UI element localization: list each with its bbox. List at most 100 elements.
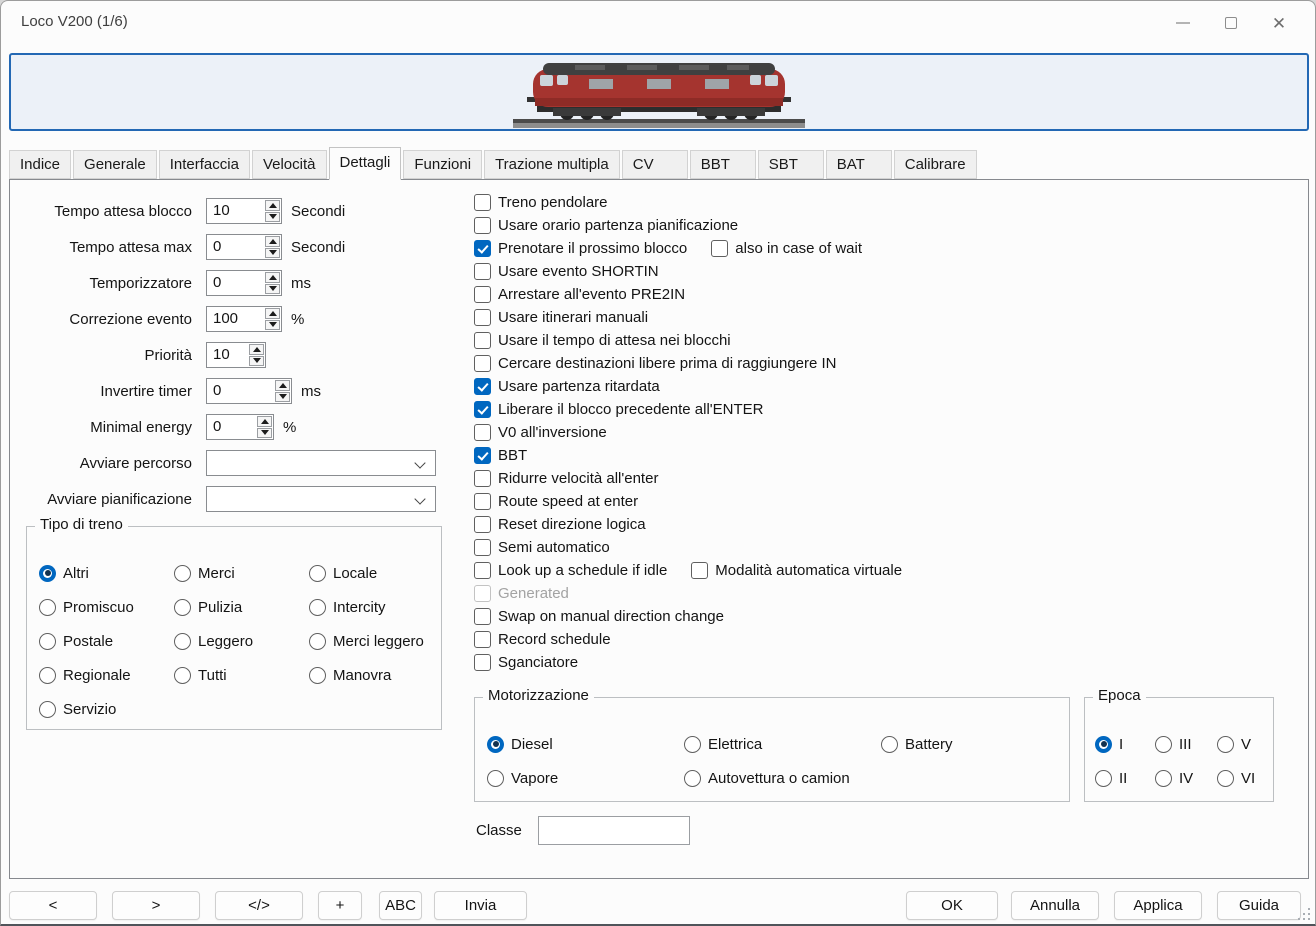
spin-down-button[interactable] xyxy=(265,248,280,259)
spinner-invertire-timer[interactable]: 0 xyxy=(206,378,292,404)
spin-up-button[interactable] xyxy=(275,380,290,391)
radio-leggero[interactable]: Leggero xyxy=(174,631,253,651)
checkbox-arrestare-all-evento-pre2in[interactable]: Arrestare all'evento PRE2IN xyxy=(474,284,685,304)
tab-trazione-multipla[interactable]: Trazione multipla xyxy=(484,150,620,179)
spinner-value[interactable]: 0 xyxy=(207,379,274,403)
maximize-button[interactable] xyxy=(1207,1,1255,45)
radio-promiscuo[interactable]: Promiscuo xyxy=(39,597,134,617)
invia-button[interactable]: Invia xyxy=(434,891,527,920)
radio-merci-leggero[interactable]: Merci leggero xyxy=(309,631,424,651)
spinner-value[interactable]: 100 xyxy=(207,307,264,331)
checkbox-also-in-case-of-wait[interactable]: also in case of wait xyxy=(711,240,862,257)
checkbox-usare-evento-shortin[interactable]: Usare evento SHORTIN xyxy=(474,261,659,281)
spin-down-button[interactable] xyxy=(257,428,272,439)
radio-pulizia[interactable]: Pulizia xyxy=(174,597,242,617)
radio-autovettura-o-camion[interactable]: Autovettura o camion xyxy=(684,768,850,788)
checkbox-sganciatore[interactable]: Sganciatore xyxy=(474,652,578,672)
annulla-button[interactable]: Annulla xyxy=(1011,891,1099,920)
checkbox-look-up-a-schedule-if-idle[interactable]: Look up a schedule if idleModalità autom… xyxy=(474,560,902,580)
prev-button[interactable]: < xyxy=(9,891,97,920)
checkbox-route-speed-at-enter[interactable]: Route speed at enter xyxy=(474,491,638,511)
checkbox-reset-direzione-logica[interactable]: Reset direzione logica xyxy=(474,514,646,534)
checkbox-bbt[interactable]: BBT xyxy=(474,445,527,465)
checkbox-usare-partenza-ritardata[interactable]: Usare partenza ritardata xyxy=(474,376,660,396)
radio-regionale[interactable]: Regionale xyxy=(39,665,131,685)
spin-up-button[interactable] xyxy=(265,200,280,211)
radio-postale[interactable]: Postale xyxy=(39,631,113,651)
checkbox-usare-orario-partenza-pianificazione[interactable]: Usare orario partenza pianificazione xyxy=(474,215,738,235)
xml-button[interactable]: </> xyxy=(215,891,303,920)
radio-intercity[interactable]: Intercity xyxy=(309,597,386,617)
radio-battery[interactable]: Battery xyxy=(881,734,953,754)
tab-indice[interactable]: Indice xyxy=(9,150,71,179)
spin-up-button[interactable] xyxy=(265,272,280,283)
applica-button[interactable]: Applica xyxy=(1114,891,1202,920)
tab-cv[interactable]: CV xyxy=(622,150,688,179)
avviare-percorso-combobox[interactable] xyxy=(206,450,436,476)
resize-grip-icon[interactable] xyxy=(1296,906,1310,920)
minimize-button[interactable] xyxy=(1159,1,1207,45)
radio-vapore[interactable]: Vapore xyxy=(487,768,558,788)
abc-button[interactable]: ABC xyxy=(379,891,422,920)
spinner-value[interactable]: 10 xyxy=(207,199,264,223)
checkbox-modalit-automatica-virtuale[interactable]: Modalità automatica virtuale xyxy=(691,562,902,579)
checkbox-prenotare-il-prossimo-blocco[interactable]: Prenotare il prossimo bloccoalso in case… xyxy=(474,238,862,258)
add-button[interactable]: + xyxy=(318,891,362,920)
radio-locale[interactable]: Locale xyxy=(309,563,377,583)
radio-tutti[interactable]: Tutti xyxy=(174,665,227,685)
tab-velocit[interactable]: Velocità xyxy=(252,150,327,179)
radio-i[interactable]: I xyxy=(1095,734,1123,754)
ok-button[interactable]: OK xyxy=(906,891,998,920)
radio-v[interactable]: V xyxy=(1217,734,1251,754)
radio-ii[interactable]: II xyxy=(1095,768,1127,788)
radio-elettrica[interactable]: Elettrica xyxy=(684,734,762,754)
radio-vi[interactable]: VI xyxy=(1217,768,1255,788)
tab-generale[interactable]: Generale xyxy=(73,150,157,179)
checkbox-treno-pendolare[interactable]: Treno pendolare xyxy=(474,192,608,212)
checkbox-v0-all-inversione[interactable]: V0 all'inversione xyxy=(474,422,607,442)
checkbox-liberare-il-blocco-precedente-all-enter[interactable]: Liberare il blocco precedente all'ENTER xyxy=(474,399,764,419)
tab-funzioni[interactable]: Funzioni xyxy=(403,150,482,179)
checkbox-semi-automatico[interactable]: Semi automatico xyxy=(474,537,610,557)
radio-diesel[interactable]: Diesel xyxy=(487,734,553,754)
radio-iv[interactable]: IV xyxy=(1155,768,1193,788)
tab-bbt[interactable]: BBT xyxy=(690,150,756,179)
radio-iii[interactable]: III xyxy=(1155,734,1192,754)
tab-bat[interactable]: BAT xyxy=(826,150,892,179)
guida-button[interactable]: Guida xyxy=(1217,891,1301,920)
spinner-value[interactable]: 0 xyxy=(207,271,264,295)
checkbox-record-schedule[interactable]: Record schedule xyxy=(474,629,611,649)
spin-up-button[interactable] xyxy=(265,236,280,247)
title-bar[interactable]: Loco V200 (1/6) ✕ xyxy=(1,1,1315,45)
spinner-value[interactable]: 0 xyxy=(207,235,264,259)
spin-down-button[interactable] xyxy=(265,320,280,331)
spinner-tempo-attesa-max[interactable]: 0 xyxy=(206,234,282,260)
spinner-minimal-energy[interactable]: 0 xyxy=(206,414,274,440)
tab-interfaccia[interactable]: Interfaccia xyxy=(159,150,250,179)
checkbox-cercare-destinazioni-libere-prima-di-raggiungere-in[interactable]: Cercare destinazioni libere prima di rag… xyxy=(474,353,837,373)
radio-altri[interactable]: Altri xyxy=(39,563,89,583)
spin-up-button[interactable] xyxy=(249,344,264,355)
tab-calibrare[interactable]: Calibrare xyxy=(894,150,977,179)
radio-servizio[interactable]: Servizio xyxy=(39,699,116,719)
spin-up-button[interactable] xyxy=(265,308,280,319)
spinner-value[interactable]: 10 xyxy=(207,343,248,367)
tab-sbt[interactable]: SBT xyxy=(758,150,824,179)
spinner-correzione-evento[interactable]: 100 xyxy=(206,306,282,332)
spin-down-button[interactable] xyxy=(249,356,264,367)
checkbox-usare-itinerari-manuali[interactable]: Usare itinerari manuali xyxy=(474,307,648,327)
classe-input[interactable] xyxy=(538,816,690,845)
checkbox-swap-on-manual-direction-change[interactable]: Swap on manual direction change xyxy=(474,606,724,626)
spin-down-button[interactable] xyxy=(265,212,280,223)
spin-down-button[interactable] xyxy=(275,392,290,403)
radio-manovra[interactable]: Manovra xyxy=(309,665,391,685)
checkbox-ridurre-velocit-all-enter[interactable]: Ridurre velocità all'enter xyxy=(474,468,658,488)
tab-dettagli[interactable]: Dettagli xyxy=(329,147,402,180)
spinner-value[interactable]: 0 xyxy=(207,415,256,439)
spinner-priorit[interactable]: 10 xyxy=(206,342,266,368)
close-button[interactable]: ✕ xyxy=(1255,1,1303,45)
avviare-pianificazione-combobox[interactable] xyxy=(206,486,436,512)
spinner-temporizzatore[interactable]: 0 xyxy=(206,270,282,296)
radio-merci[interactable]: Merci xyxy=(174,563,235,583)
spin-up-button[interactable] xyxy=(257,416,272,427)
